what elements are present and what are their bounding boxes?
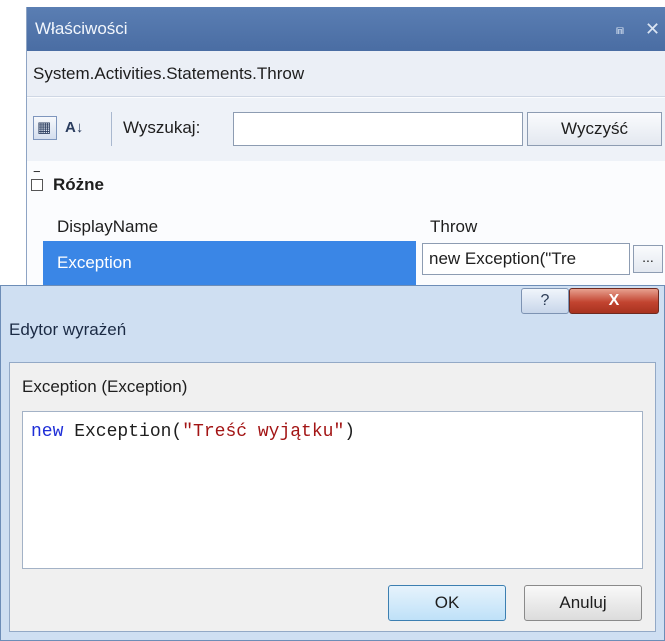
collapse-toggle[interactable]: − xyxy=(31,165,43,191)
alphabetical-sort-button[interactable]: A↓ xyxy=(65,114,93,142)
clear-button[interactable]: Wyczyść xyxy=(527,112,662,146)
minus-icon: − xyxy=(33,164,41,179)
dialog-body: Exception (Exception) new Exception("Tre… xyxy=(9,362,656,632)
ellipsis-button[interactable]: ... xyxy=(633,245,663,273)
ok-button[interactable]: OK xyxy=(388,585,506,621)
expression-field-label: Exception (Exception) xyxy=(22,377,188,396)
search-label: Wyszukaj: xyxy=(123,118,201,137)
properties-toolbar: ▦ A↓ Wyszukaj: Wyczyść xyxy=(27,98,665,161)
categorized-icon: ▦ xyxy=(37,119,52,136)
property-row-exception[interactable]: Exception new Exception("Tre ... xyxy=(27,241,665,285)
panel-title-bar: Właściwości ⩎ ✕ xyxy=(27,7,665,51)
selected-type-name: System.Activities.Statements.Throw xyxy=(27,51,665,97)
help-icon: ? xyxy=(540,292,550,309)
help-button[interactable]: ? xyxy=(521,288,569,314)
pin-icon[interactable]: ⩎ xyxy=(616,7,624,51)
close-icon[interactable]: ✕ xyxy=(645,7,660,51)
type-token: Exception( xyxy=(63,422,183,442)
string-literal-token: "Treść wyjątku" xyxy=(182,422,345,442)
sort-az-icon: A↓ xyxy=(65,119,84,136)
dialog-close-button[interactable]: X xyxy=(569,288,659,314)
categorized-view-button[interactable]: ▦ xyxy=(33,116,57,140)
category-row[interactable]: − Różne xyxy=(27,165,665,205)
search-input[interactable] xyxy=(233,112,523,146)
expression-editor-dialog: Edytor wyrażeń ? X Exception (Exception)… xyxy=(0,285,665,641)
panel-title: Właściwości xyxy=(35,19,128,38)
keyword-token: new xyxy=(31,422,64,442)
toolbar-separator xyxy=(111,112,112,146)
cancel-button[interactable]: Anuluj xyxy=(524,585,642,621)
close-icon: X xyxy=(608,292,620,309)
property-name: Exception xyxy=(43,241,416,285)
closing-paren-token: ) xyxy=(344,422,356,442)
category-label: Różne xyxy=(53,175,104,194)
expression-editor[interactable]: new Exception("Treść wyjątku") xyxy=(22,411,643,569)
exception-value-field[interactable]: new Exception("Tre xyxy=(422,243,630,275)
dialog-title: Edytor wyrażeń xyxy=(9,320,127,339)
